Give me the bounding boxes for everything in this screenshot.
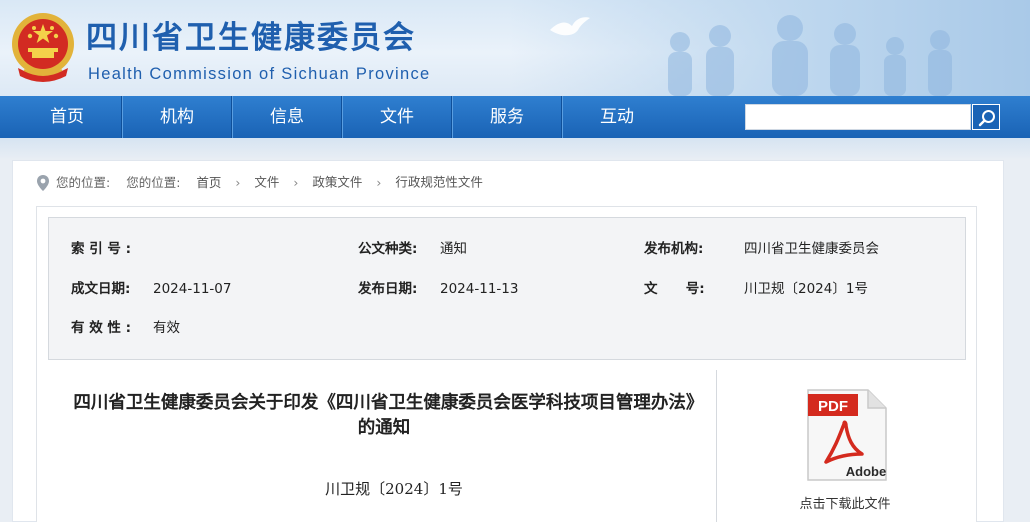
nav-item-interaction[interactable]: 互动 xyxy=(562,96,672,138)
doc-type-label: 公文种类: xyxy=(358,241,418,257)
nav-item-services[interactable]: 服务 xyxy=(452,96,562,138)
validity-label: 有 效 性 : xyxy=(71,320,131,336)
published-date-value: 2024-11-13 xyxy=(440,281,519,297)
publisher-label: 发布机构: xyxy=(644,241,704,257)
breadcrumb-link-normative[interactable]: 行政规范性文件 xyxy=(395,175,483,190)
doc-number-value: 川卫规〔2024〕1号 xyxy=(744,281,868,297)
document-title: 四川省卫生健康委员会关于印发《四川省卫生健康委员会医学科技项目管理办法》的通知 xyxy=(73,393,695,438)
breadcrumb: 您的位置: 您的位置: 首页 › 文件 › 政策文件 › 行政规范性文件 xyxy=(36,172,483,192)
header-banner: 四川省卫生健康委员会 Health Commission of Sichuan … xyxy=(0,0,1030,96)
search-icon xyxy=(978,110,995,127)
breadcrumb-link-documents[interactable]: 文件 xyxy=(254,175,279,190)
created-date-label: 成文日期: xyxy=(71,281,131,297)
chevron-right-icon: › xyxy=(376,174,382,190)
download-link[interactable]: 点击下载此文件 xyxy=(760,495,930,515)
index-number-label: 索 引 号 : xyxy=(71,241,131,257)
created-date-value: 2024-11-07 xyxy=(153,281,232,297)
search-input[interactable] xyxy=(745,104,971,130)
chevron-right-icon: › xyxy=(293,174,299,190)
national-emblem-icon xyxy=(12,13,74,82)
nav-shadow-band xyxy=(0,138,1030,160)
validity-value: 有效 xyxy=(153,320,180,336)
location-pin-icon xyxy=(37,174,49,191)
family-silhouette-image xyxy=(668,15,952,96)
breadcrumb-prefix: 您的位置: xyxy=(126,174,181,190)
pdf-file-icon[interactable]: PDF Adobe xyxy=(800,388,892,482)
doc-type-value: 通知 xyxy=(440,241,467,257)
publisher-value: 四川省卫生健康委员会 xyxy=(744,241,879,257)
pdf-badge: PDF xyxy=(818,398,848,415)
chevron-right-icon: › xyxy=(235,174,241,190)
site-subtitle: Health Commission of Sichuan Province xyxy=(88,65,431,83)
adobe-label: Adobe xyxy=(846,464,886,479)
nav-item-documents[interactable]: 文件 xyxy=(342,96,452,138)
breadcrumb-prefix: 您的位置: xyxy=(56,174,111,190)
column-divider xyxy=(716,370,717,522)
nav-item-home[interactable]: 首页 xyxy=(12,96,122,138)
breadcrumb-link-policy[interactable]: 政策文件 xyxy=(312,175,362,190)
published-date-label: 发布日期: xyxy=(358,281,418,297)
site-title: 四川省卫生健康委员会 xyxy=(86,20,416,56)
nav-item-information[interactable]: 信息 xyxy=(232,96,342,138)
doc-number-label: 文 号: xyxy=(644,281,705,297)
document-number: 川卫规〔2024〕1号 xyxy=(325,480,463,498)
dove-icon xyxy=(550,17,590,36)
nav-item-organization[interactable]: 机构 xyxy=(122,96,232,138)
breadcrumb-link-home[interactable]: 首页 xyxy=(196,175,221,190)
search-button[interactable] xyxy=(972,104,1000,130)
